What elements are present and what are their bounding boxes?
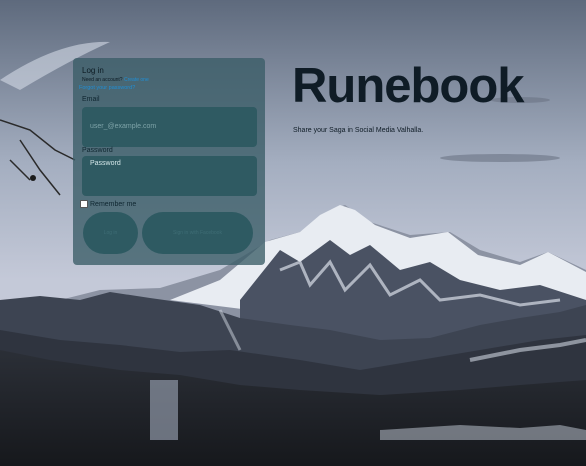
password-label: Password: [82, 147, 113, 154]
login-card: Log in Need an account? Create one Forgo…: [73, 58, 265, 265]
signup-link[interactable]: Create one: [124, 77, 149, 83]
no-account-text: Need an account?: [82, 77, 123, 83]
remember-me: Remember me: [80, 200, 136, 208]
password-field[interactable]: Password: [82, 156, 257, 196]
forgot-password-link[interactable]: Forgot your password?: [79, 85, 135, 91]
brand-tagline: Share your Saga in Social Media Valhalla…: [293, 127, 424, 134]
social-signin-button[interactable]: Sign in with Facebook: [142, 212, 253, 254]
email-placeholder: user_@example.com: [90, 123, 157, 130]
login-title: Log in: [82, 66, 104, 75]
remember-me-label: Remember me: [90, 200, 137, 208]
signup-prompt: Need an account? Create one: [82, 77, 149, 83]
email-label: Email: [82, 96, 100, 103]
login-button[interactable]: Log in: [83, 212, 138, 254]
remember-me-checkbox[interactable]: [80, 200, 88, 208]
password-placeholder: Password: [90, 160, 121, 167]
brand-title: Runebook: [292, 59, 525, 113]
email-field[interactable]: user_@example.com: [82, 107, 257, 147]
